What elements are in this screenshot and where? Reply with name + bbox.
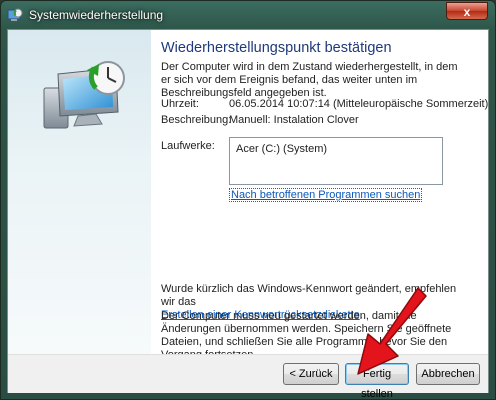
drives-listbox[interactable]: Acer (C:) (System) <box>229 137 443 185</box>
close-icon: x <box>463 5 471 19</box>
back-button[interactable]: < Zurück <box>283 363 339 385</box>
password-note-text: Wurde kürzlich das Windows-Kennwort geän… <box>161 283 457 308</box>
title-bar[interactable]: Systemwiederherstellung x <box>1 1 495 29</box>
button-bar: < Zurück Fertig stellen Abbrechen <box>8 354 488 399</box>
description-value: Manuell: Instalation Clover <box>229 114 359 126</box>
page-title: Wiederherstellungspunkt bestätigen <box>161 40 392 56</box>
sidebar-panel <box>8 30 151 354</box>
monitor-restore-clock-icon <box>43 61 125 129</box>
drives-label: Laufwerke: <box>161 140 215 152</box>
window-title: Systemwiederherstellung <box>29 8 164 22</box>
drive-item[interactable]: Acer (C:) (System) <box>236 143 442 155</box>
time-value: 06.05.2014 10:07:14 (Mitteleuropäische S… <box>229 98 489 110</box>
close-button[interactable]: x <box>446 2 488 20</box>
system-restore-icon <box>7 8 23 21</box>
finish-button[interactable]: Fertig stellen <box>345 363 409 399</box>
cancel-button[interactable]: Abbrechen <box>416 363 480 385</box>
dialog-client-area: Wiederherstellungspunkt bestätigen Der C… <box>7 29 489 399</box>
affected-programs-link[interactable]: Nach betroffenen Programmen suchen <box>229 188 423 202</box>
system-restore-window: Systemwiederherstellung x Wiederherstell… <box>0 0 496 400</box>
description-label: Beschreibung: <box>161 114 232 126</box>
time-label: Uhrzeit: <box>161 98 199 110</box>
restore-description-text: Der Computer wird in dem Zustand wiederh… <box>161 61 458 99</box>
